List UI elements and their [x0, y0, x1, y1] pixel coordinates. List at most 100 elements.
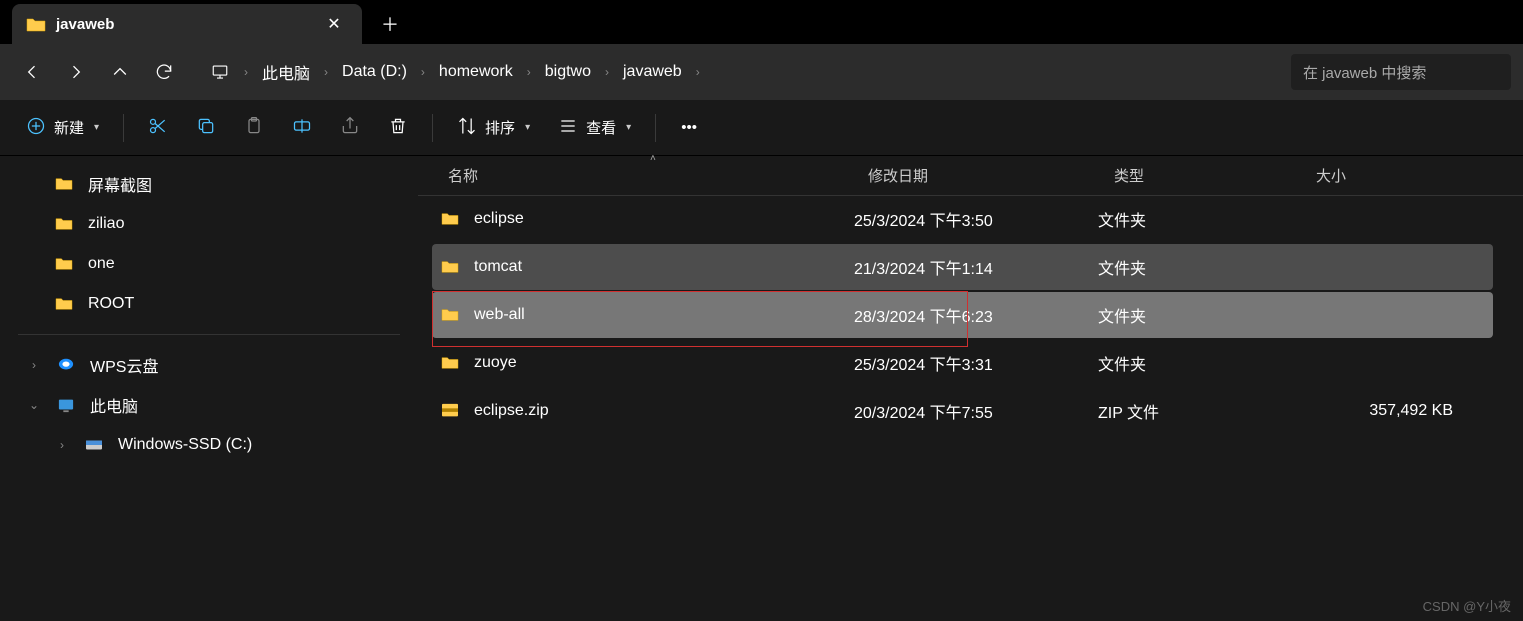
- new-tab-button[interactable]: ＋: [370, 4, 410, 44]
- view-label: 查看: [586, 117, 616, 138]
- chevron-down-icon: ▾: [626, 122, 631, 133]
- new-label: 新建: [54, 117, 84, 138]
- sidebar-item[interactable]: ROOT: [0, 284, 418, 324]
- file-date: 25/3/2024 下午3:31: [854, 351, 1098, 375]
- search-placeholder: 在 javaweb 中搜索: [1303, 62, 1426, 83]
- file-date: 20/3/2024 下午7:55: [854, 399, 1098, 423]
- up-button[interactable]: [100, 52, 140, 92]
- pc-icon[interactable]: [200, 52, 240, 92]
- folder-icon: [440, 259, 460, 275]
- sidebar-item-label: one: [88, 255, 115, 273]
- paste-icon: [244, 116, 264, 140]
- separator: [432, 114, 433, 142]
- view-button[interactable]: 查看 ▾: [548, 109, 641, 147]
- file-name: web-all: [474, 306, 525, 324]
- paste-button[interactable]: [234, 109, 274, 147]
- file-type: 文件夹: [1098, 207, 1300, 231]
- zip-icon: [440, 403, 460, 419]
- list-icon: [558, 116, 578, 140]
- close-icon[interactable]: ✕: [320, 10, 348, 38]
- file-row[interactable]: eclipse.zip 20/3/2024 下午7:55ZIP 文件357,492…: [432, 388, 1493, 434]
- file-date: 28/3/2024 下午6:23: [854, 303, 1098, 327]
- sidebar-item-label: Windows-SSD (C:): [118, 436, 252, 454]
- folder-icon: [440, 211, 460, 227]
- pc-icon: [56, 397, 76, 413]
- tab-bar: javaweb ✕ ＋: [0, 0, 1523, 44]
- separator: [655, 114, 656, 142]
- cut-button[interactable]: [138, 109, 178, 147]
- more-button[interactable]: •••: [670, 109, 708, 147]
- file-row[interactable]: tomcat21/3/2024 下午1:14文件夹: [432, 244, 1493, 290]
- drive-icon: [84, 437, 104, 453]
- plus-circle-icon: [26, 116, 46, 140]
- sidebar-item[interactable]: one: [0, 244, 418, 284]
- folder-icon: [26, 16, 46, 32]
- trash-icon: [388, 116, 408, 140]
- file-type: ZIP 文件: [1098, 399, 1300, 423]
- sidebar-item[interactable]: ›Windows-SSD (C:): [0, 425, 418, 465]
- chevron-icon: ⌄: [26, 398, 42, 412]
- col-type[interactable]: 类型: [1100, 165, 1302, 186]
- sort-button[interactable]: 排序 ▾: [447, 109, 540, 147]
- chevron-icon: ›: [26, 358, 42, 372]
- ellipsis-icon: •••: [681, 119, 697, 136]
- chevron-right-icon: ›: [523, 65, 535, 79]
- breadcrumb[interactable]: › 此电脑 › Data (D:) › homework › bigtwo › …: [196, 54, 1279, 90]
- crumb-3[interactable]: javaweb: [613, 57, 692, 87]
- crumb-1[interactable]: homework: [429, 57, 523, 87]
- crumb-2[interactable]: bigtwo: [535, 57, 601, 87]
- file-name: zuoye: [474, 354, 517, 372]
- sidebar-item[interactable]: ⌄此电脑: [0, 385, 418, 425]
- file-type: 文件夹: [1098, 303, 1300, 327]
- separator: [123, 114, 124, 142]
- crumb-0[interactable]: Data (D:): [332, 57, 417, 87]
- folder-icon: [440, 355, 460, 371]
- chevron-right-icon: ›: [320, 65, 332, 79]
- sort-icon: [457, 116, 477, 140]
- folder-icon: [54, 296, 74, 312]
- back-button[interactable]: [12, 52, 52, 92]
- file-row[interactable]: zuoye 25/3/2024 下午3:31文件夹: [432, 340, 1493, 386]
- col-size[interactable]: 大小: [1302, 165, 1523, 186]
- tab-current[interactable]: javaweb ✕: [12, 4, 362, 44]
- chevron-down-icon: ▾: [94, 122, 99, 133]
- col-date[interactable]: 修改日期: [854, 165, 1100, 186]
- file-name: eclipse.zip: [474, 402, 549, 420]
- copy-button[interactable]: [186, 109, 226, 147]
- sidebar-item-label: ROOT: [88, 295, 134, 313]
- crumb-root[interactable]: 此电脑: [252, 54, 320, 90]
- sidebar-item-label: 屏幕截图: [88, 172, 152, 196]
- sidebar-item[interactable]: ziliao: [0, 204, 418, 244]
- file-date: 21/3/2024 下午1:14: [854, 255, 1098, 279]
- folder-icon: [54, 256, 74, 272]
- col-name[interactable]: 名称: [418, 165, 854, 186]
- toolbar: 新建 ▾ 排序 ▾ 查看 ▾ •••: [0, 100, 1523, 156]
- forward-button[interactable]: [56, 52, 96, 92]
- share-icon: [340, 116, 360, 140]
- rename-button[interactable]: [282, 109, 322, 147]
- sort-indicator-icon: ˄: [650, 153, 656, 164]
- address-bar: › 此电脑 › Data (D:) › homework › bigtwo › …: [0, 44, 1523, 100]
- sidebar-item-label: WPS云盘: [90, 353, 158, 377]
- file-type: 文件夹: [1098, 351, 1300, 375]
- file-type: 文件夹: [1098, 255, 1300, 279]
- chevron-right-icon: ›: [692, 65, 704, 79]
- file-row[interactable]: web-all 28/3/2024 下午6:23文件夹: [432, 292, 1493, 338]
- sidebar-item-label: ziliao: [88, 215, 124, 233]
- sidebar-item[interactable]: › WPS云盘: [0, 345, 418, 385]
- scissors-icon: [148, 116, 168, 140]
- new-button[interactable]: 新建 ▾: [16, 109, 109, 147]
- file-size: 357,492 KB: [1300, 402, 1493, 420]
- watermark: CSDN @Y小夜: [1423, 596, 1511, 615]
- search-input[interactable]: 在 javaweb 中搜索: [1291, 54, 1511, 90]
- chevron-right-icon: ›: [417, 65, 429, 79]
- file-row[interactable]: eclipse25/3/2024 下午3:50文件夹: [432, 196, 1493, 242]
- file-name: eclipse: [474, 210, 524, 228]
- sidebar-item[interactable]: 屏幕截图: [0, 164, 418, 204]
- delete-button[interactable]: [378, 109, 418, 147]
- folder-icon: [440, 307, 460, 323]
- refresh-button[interactable]: [144, 52, 184, 92]
- separator: [18, 334, 400, 335]
- share-button[interactable]: [330, 109, 370, 147]
- column-header: ˄ 名称 修改日期 类型 大小: [418, 156, 1523, 196]
